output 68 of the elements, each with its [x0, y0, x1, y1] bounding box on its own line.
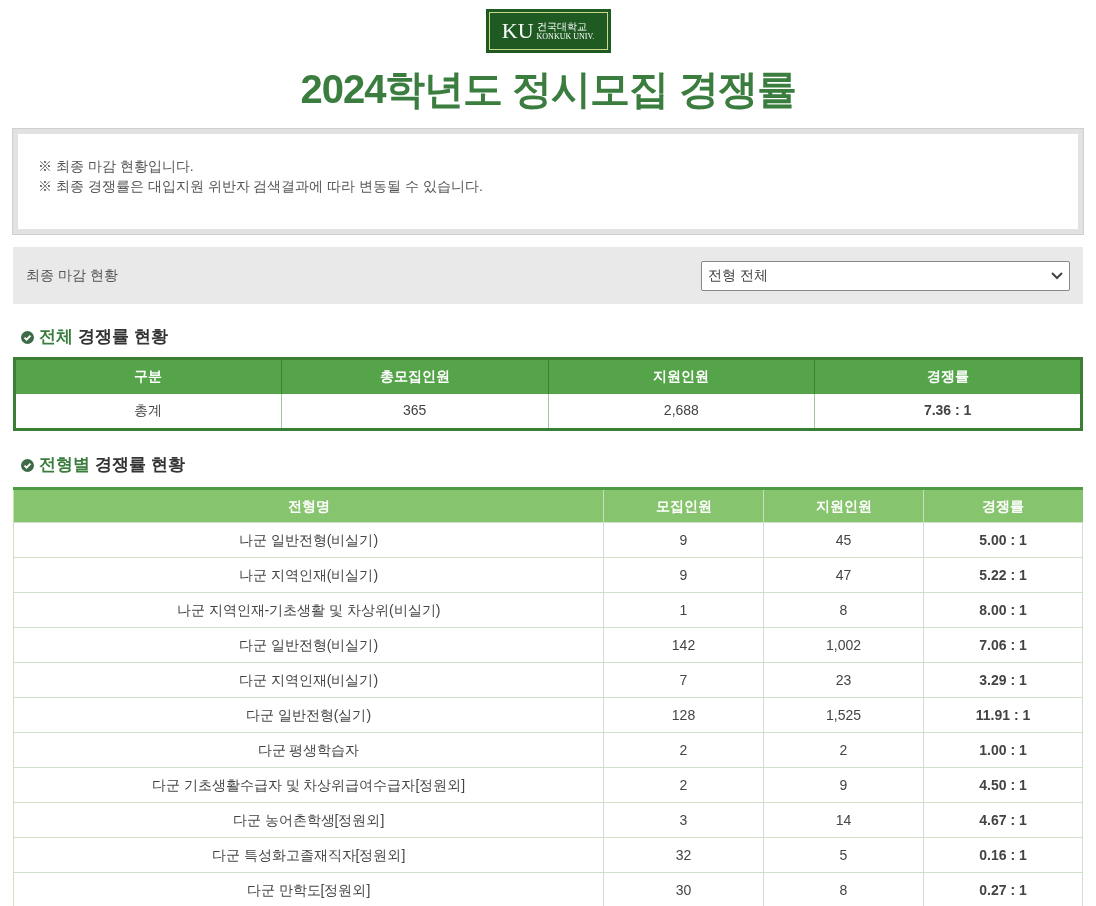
section-heading-highlight: 전형별	[39, 454, 90, 477]
table-cell: 11.91 : 1	[923, 697, 1083, 733]
logo-mark: KU	[501, 20, 534, 42]
column-header: 구분	[14, 358, 282, 394]
table-cell: 8	[763, 592, 924, 628]
notice-text: ※ 최종 마감 현황입니다.	[38, 157, 195, 176]
table-cell: 7.06 : 1	[923, 627, 1083, 663]
table-cell: 1.00 : 1	[923, 732, 1083, 768]
table-cell: 4.50 : 1	[923, 767, 1083, 803]
column-header: 전형명	[13, 488, 604, 523]
table-cell: 2	[603, 767, 764, 803]
column-header: 지원인원	[763, 488, 924, 523]
column-header: 경쟁률	[814, 358, 1082, 394]
column-header: 모집인원	[603, 488, 764, 523]
table-cell: 5.22 : 1	[923, 557, 1083, 593]
table-cell: 7.36 : 1	[814, 393, 1082, 430]
type-select[interactable]: 전형 전체	[701, 260, 1070, 291]
table-cell: 365	[281, 393, 548, 430]
table-cell: 2,688	[548, 393, 815, 430]
logo-name: 건국대학교	[536, 21, 588, 32]
table-cell: 3	[603, 802, 764, 838]
chevron-down-icon	[1051, 271, 1063, 280]
table-cell: 다군 만학도[정원외]	[13, 872, 604, 906]
table-cell: 다군 지역인재(비실기)	[13, 662, 604, 698]
table-cell: 9	[763, 767, 924, 803]
table-cell: 14	[763, 802, 924, 838]
table-cell: 3.29 : 1	[923, 662, 1083, 698]
table-cell: 1,002	[763, 627, 924, 663]
table-cell: 8.00 : 1	[923, 592, 1083, 628]
table-cell: 23	[763, 662, 924, 698]
table-cell: 다군 농어촌학생[정원외]	[13, 802, 604, 838]
notice-text: ※ 최종 경쟁률은 대입지원 위반자 검색결과에 따라 변동될 수 있습니다.	[38, 177, 484, 196]
table-cell: 9	[603, 557, 764, 593]
table-cell: 45	[763, 522, 924, 558]
table-cell: 나군 지역인재(비실기)	[13, 557, 604, 593]
table-cell: 2	[763, 732, 924, 768]
section-heading: 경쟁률 현황	[95, 454, 185, 477]
section-heading-highlight: 전체	[39, 326, 73, 349]
table-cell: 다군 기초생활수급자 및 차상위급여수급자[정원외]	[13, 767, 604, 803]
column-header: 지원인원	[548, 358, 815, 394]
table-cell: 나군 일반전형(비실기)	[13, 522, 604, 558]
table-cell: 9	[603, 522, 764, 558]
table-cell: 4.67 : 1	[923, 802, 1083, 838]
page-title: 2024학년도 정시모집 경쟁률	[299, 66, 797, 113]
table-cell: 다군 평생학습자	[13, 732, 604, 768]
table-cell: 5.00 : 1	[923, 522, 1083, 558]
table-cell: 32	[603, 837, 764, 873]
table-cell: 1	[603, 592, 764, 628]
check-circle-icon	[21, 330, 34, 344]
table-cell: 나군 지역인재-기초생활 및 차상위(비실기)	[13, 592, 604, 628]
filter-label: 최종 마감 현황	[26, 266, 118, 285]
table-cell: 다군 일반전형(비실기)	[13, 627, 604, 663]
table-cell: 47	[763, 557, 924, 593]
column-header: 경쟁률	[923, 488, 1083, 523]
table-cell: 1,525	[763, 697, 924, 733]
table-cell: 다군 특성화고졸재직자[정원외]	[13, 837, 604, 873]
table-cell: 총계	[14, 393, 282, 430]
check-circle-icon	[21, 458, 34, 472]
table-cell: 142	[603, 627, 764, 663]
section-heading: 경쟁률 현황	[78, 326, 168, 349]
table-cell: 다군 일반전형(실기)	[13, 697, 604, 733]
table-cell: 7	[603, 662, 764, 698]
table-cell: 5	[763, 837, 924, 873]
table-cell: 128	[603, 697, 764, 733]
logo-english: KONKUK UNIV.	[536, 32, 595, 41]
column-header: 총모집인원	[281, 358, 548, 394]
table-cell: 2	[603, 732, 764, 768]
table-cell: 0.16 : 1	[923, 837, 1083, 873]
